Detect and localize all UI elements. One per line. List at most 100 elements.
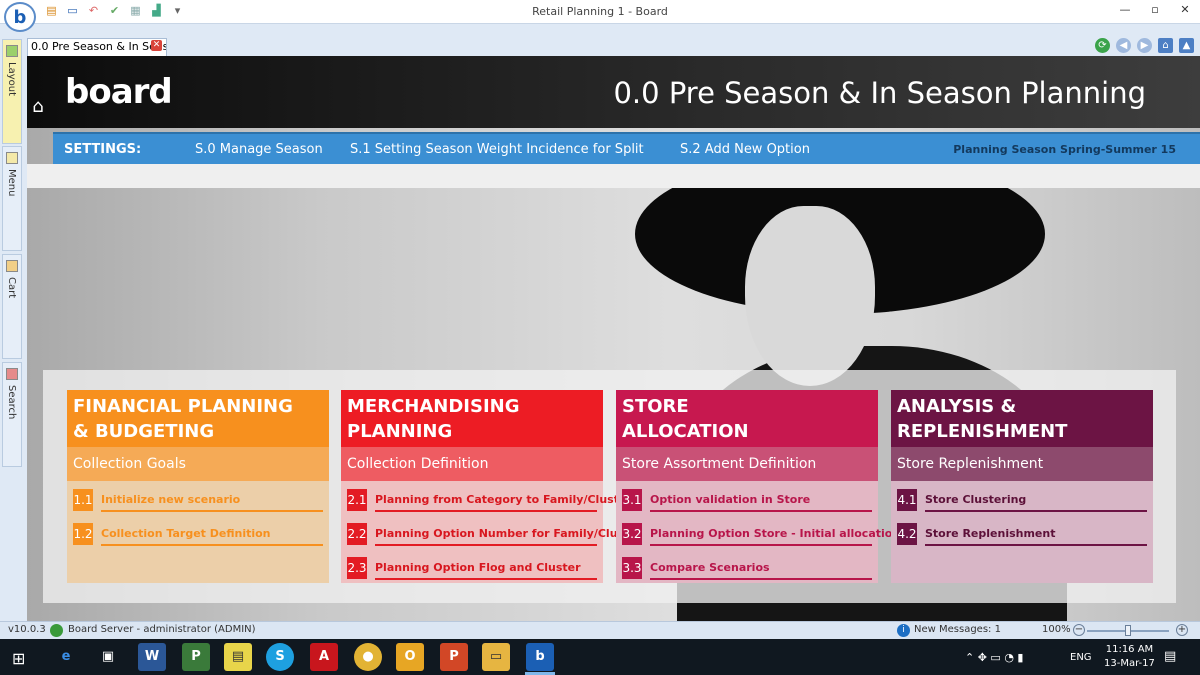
clock-date: 13-Mar-17 bbox=[1104, 658, 1155, 669]
item-link-label[interactable]: Planning Option Flog and Cluster bbox=[375, 561, 581, 574]
card-link-item[interactable]: 2.2 Planning Option Number for Family/Clu… bbox=[347, 523, 642, 547]
card-link-item[interactable]: 3.2 Planning Option Store - Initial alloc… bbox=[622, 523, 900, 547]
file-explorer-icon[interactable]: ▭ bbox=[482, 643, 510, 671]
minimize-button[interactable]: — bbox=[1110, 0, 1140, 22]
card-title[interactable]: STORE ALLOCATION bbox=[616, 390, 878, 447]
board-taskbar-icon[interactable]: b bbox=[526, 643, 554, 671]
forward-icon[interactable]: ▶ bbox=[1137, 38, 1152, 53]
card-link-item[interactable]: 1.2 Collection Target Definition bbox=[73, 523, 323, 547]
chart-icon[interactable]: ▟ bbox=[149, 4, 164, 18]
card-link-item[interactable]: 3.3 Compare Scenarios bbox=[622, 557, 872, 581]
title-bar: ▤ ▭ ↶ ✔ ▦ ▟ ▾ Retail Planning 1 - Board … bbox=[0, 0, 1200, 24]
card-analysis-replenishment: ANALYSIS & REPLENISHMENT Store Replenishme… bbox=[891, 390, 1153, 583]
zoom-slider-thumb[interactable] bbox=[1125, 625, 1131, 636]
card-body: 2.1 Planning from Category to Family/Clus… bbox=[341, 481, 642, 583]
server-globe-icon bbox=[50, 624, 63, 637]
item-link-label[interactable]: Initialize new scenario bbox=[101, 493, 240, 506]
item-link-label[interactable]: Planning Option Store - Initial allocati… bbox=[650, 527, 900, 540]
item-underline bbox=[925, 510, 1147, 512]
close-button[interactable]: ✕ bbox=[1170, 0, 1200, 22]
item-number-badge: 1.2 bbox=[73, 523, 93, 545]
tab-close-icon[interactable]: ✕ bbox=[151, 40, 162, 51]
card-title[interactable]: MERCHANDISING PLANNING bbox=[341, 390, 603, 447]
card-link-item[interactable]: 2.1 Planning from Category to Family/Clus… bbox=[347, 489, 632, 513]
card-link-item[interactable]: 4.2 Store Replenishment bbox=[897, 523, 1147, 547]
item-link-label[interactable]: Planning Option Number for Family/Cluste… bbox=[375, 527, 642, 540]
card-link-item[interactable]: 1.1 Initialize new scenario bbox=[73, 489, 323, 513]
clock[interactable]: 11:16 AM 13-Mar-17 bbox=[1104, 643, 1155, 671]
word-icon[interactable]: W bbox=[138, 643, 166, 671]
folder-icon[interactable]: ▤ bbox=[44, 4, 59, 18]
document-tab[interactable]: 0.0 Pre Season & In Season Planning bbox=[27, 38, 167, 56]
card-link-item[interactable]: 4.1 Store Clustering bbox=[897, 489, 1147, 513]
item-link-label[interactable]: Option validation in Store bbox=[650, 493, 810, 506]
item-link-label[interactable]: Collection Target Definition bbox=[101, 527, 271, 540]
card-body: 4.1 Store Clustering 4.2 Store Replenishmen… bbox=[891, 481, 1153, 583]
settings-label: SETTINGS: bbox=[64, 142, 142, 157]
item-underline bbox=[925, 544, 1147, 546]
undo-icon[interactable]: ↶ bbox=[86, 4, 101, 18]
item-link-label[interactable]: Compare Scenarios bbox=[650, 561, 770, 574]
card-title-line1: MERCHANDISING bbox=[347, 396, 520, 417]
card-title-line2: & BUDGETING bbox=[73, 421, 215, 442]
collapse-icon[interactable]: ▲ bbox=[1179, 38, 1194, 53]
card-body: 1.1 Initialize new scenario 1.2 Collection … bbox=[67, 481, 329, 583]
sidebar-tab-menu[interactable]: Menu bbox=[2, 146, 22, 251]
outlook-icon[interactable]: O bbox=[396, 643, 424, 671]
window-icon[interactable]: ▭ bbox=[65, 4, 80, 18]
card-title-line2: PLANNING bbox=[347, 421, 453, 442]
sticky-notes-icon[interactable]: ▤ bbox=[224, 643, 252, 671]
cart-icon bbox=[6, 260, 18, 272]
project-icon[interactable]: P bbox=[182, 643, 210, 671]
window-controls: — ▫ ✕ bbox=[1110, 0, 1200, 22]
card-link-item[interactable]: 2.3 Planning Option Flog and Cluster bbox=[347, 557, 597, 581]
zoom-in-button[interactable]: + bbox=[1176, 624, 1188, 636]
maximize-button[interactable]: ▫ bbox=[1140, 0, 1170, 22]
card-subtitle: Collection Definition bbox=[341, 447, 603, 481]
item-number-badge: 2.3 bbox=[347, 557, 367, 579]
notifications-icon[interactable]: ▤ bbox=[1164, 649, 1176, 664]
sidebar-tab-search[interactable]: Search bbox=[2, 362, 22, 467]
edge-icon[interactable]: e bbox=[52, 643, 80, 671]
planning-season-label: Planning Season Spring-Summer 15 bbox=[953, 143, 1176, 156]
item-link-label[interactable]: Store Replenishment bbox=[925, 527, 1055, 540]
item-number-badge: 2.1 bbox=[347, 489, 367, 511]
start-icon[interactable]: ⊞ bbox=[12, 649, 25, 668]
acrobat-icon[interactable]: A bbox=[310, 643, 338, 671]
settings-link-manage-season[interactable]: S.0 Manage Season bbox=[195, 142, 323, 157]
new-messages-dropdown[interactable]: New Messages: 1 bbox=[914, 624, 1001, 635]
zoom-out-button[interactable]: − bbox=[1073, 624, 1085, 636]
card-title[interactable]: ANALYSIS & REPLENISHMENT bbox=[891, 390, 1153, 447]
capsule-content: ⌂ board 0.0 Pre Season & In Season Plann… bbox=[27, 56, 1200, 621]
grid-icon[interactable]: ▦ bbox=[128, 4, 143, 18]
check-icon[interactable]: ✔ bbox=[107, 4, 122, 18]
app-logo-button[interactable]: b bbox=[4, 2, 36, 32]
chrome-icon[interactable]: ● bbox=[354, 643, 382, 671]
sidebar-tab-layout[interactable]: Layout bbox=[2, 39, 22, 144]
item-link-label[interactable]: Planning from Category to Family/Cluster bbox=[375, 493, 632, 506]
card-title-line1: ANALYSIS & bbox=[897, 396, 1017, 417]
skype-icon[interactable]: S bbox=[266, 643, 294, 671]
item-underline bbox=[650, 510, 872, 512]
header-divider bbox=[27, 164, 1200, 188]
store-icon[interactable]: ▣ bbox=[94, 643, 122, 671]
header-band: ⌂ board 0.0 Pre Season & In Season Plann… bbox=[27, 56, 1200, 128]
card-title[interactable]: FINANCIAL PLANNING & BUDGETING bbox=[67, 390, 329, 447]
home-icon[interactable]: ⌂ bbox=[27, 96, 49, 118]
sidebar-tab-cart[interactable]: Cart bbox=[2, 254, 22, 359]
settings-link-season-weight[interactable]: S.1 Setting Season Weight Incidence for … bbox=[350, 142, 644, 157]
dropdown-icon[interactable]: ▾ bbox=[170, 4, 185, 18]
card-merchandising-planning: MERCHANDISING PLANNING Collection Definiti… bbox=[341, 390, 642, 583]
card-link-item[interactable]: 3.1 Option validation in Store bbox=[622, 489, 872, 513]
back-icon[interactable]: ◀ bbox=[1116, 38, 1131, 53]
refresh-icon[interactable]: ⟳ bbox=[1095, 38, 1110, 53]
system-tray[interactable]: ⌃ ✥ ▭ ◔ ▮ bbox=[965, 651, 1023, 664]
home-nav-icon[interactable]: ⌂ bbox=[1158, 38, 1173, 53]
powerpoint-icon[interactable]: P bbox=[440, 643, 468, 671]
item-underline bbox=[375, 544, 597, 546]
item-number-badge: 4.1 bbox=[897, 489, 917, 511]
language-indicator[interactable]: ENG bbox=[1070, 652, 1092, 663]
item-link-label[interactable]: Store Clustering bbox=[925, 493, 1026, 506]
item-underline bbox=[650, 578, 872, 580]
settings-link-add-option[interactable]: S.2 Add New Option bbox=[680, 142, 810, 157]
